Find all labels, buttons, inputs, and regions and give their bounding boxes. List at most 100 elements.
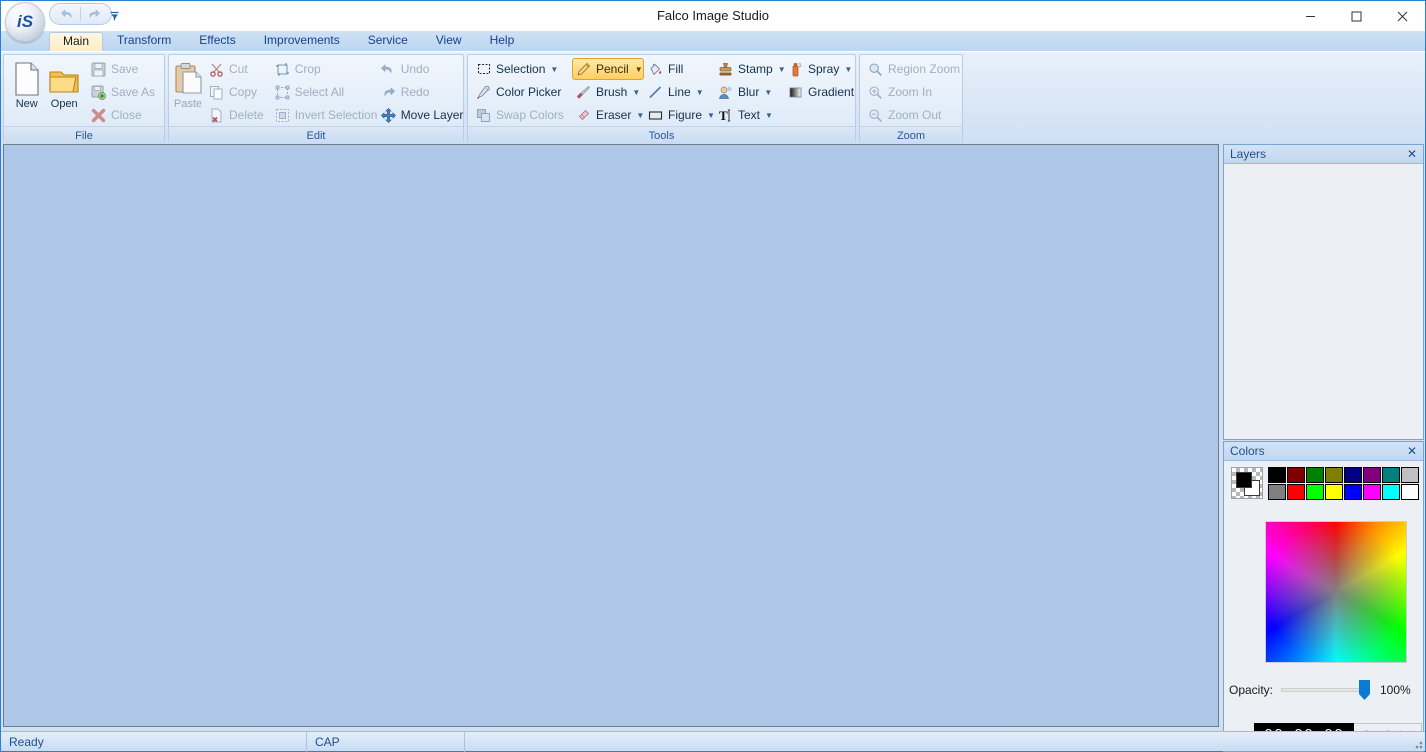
gradient-icon [787,84,804,101]
crop-button-label: Crop [294,62,321,76]
save-as-button[interactable]: Save As [87,81,160,103]
palette-swatch[interactable] [1401,484,1419,500]
chevron-down-icon[interactable]: ▼ [635,65,643,74]
redo-button[interactable]: Redo [377,81,469,103]
close-icon[interactable]: ✕ [1405,147,1419,161]
figure-tool-label: Figure [668,108,703,122]
palette-swatch[interactable] [1287,467,1305,483]
palette-swatch[interactable] [1401,467,1419,483]
undo-button-label: Undo [400,62,430,76]
palette-swatch[interactable] [1363,467,1381,483]
text-tool-button[interactable]: T Text ▼ [714,104,784,126]
color-wheel[interactable] [1265,521,1407,663]
palette-swatch[interactable] [1325,484,1343,500]
chevron-down-icon[interactable]: ▼ [844,65,852,74]
paste-icon [173,60,203,96]
undo-button[interactable]: Undo [377,58,469,80]
figure-tool-button[interactable]: Figure ▼ [644,104,715,126]
opacity-slider-thumb[interactable] [1359,680,1370,700]
color-picker-button[interactable]: Color Picker [472,81,564,103]
tab-main[interactable]: Main [49,32,104,52]
move-layer-button[interactable]: Move Layer [377,104,469,126]
swap-colors-button[interactable]: Swap Colors [472,104,564,126]
save-as-icon [90,84,107,101]
line-tool-label: Line [668,85,691,99]
foreground-color-swatch[interactable] [1236,472,1252,488]
selection-tool-button[interactable]: Selection ▼ [472,58,564,80]
eraser-tool-button[interactable]: Eraser ▼ [572,104,644,126]
open-button[interactable]: Open [45,58,82,110]
pencil-tool-button[interactable]: Pencil ▼ [572,58,644,80]
close-icon[interactable]: ✕ [1405,444,1419,458]
undo-icon [380,61,397,78]
palette-swatch[interactable] [1382,484,1400,500]
tab-help[interactable]: Help [476,31,529,51]
svg-text:T: T [719,108,728,123]
open-button-label: Open [50,98,78,110]
layers-list[interactable] [1224,164,1423,439]
line-icon [647,84,664,101]
scissors-icon [208,61,225,78]
delete-button[interactable]: Delete [205,104,269,126]
swap-colors-icon [475,107,492,124]
palette-swatch[interactable] [1306,467,1324,483]
redo-button-label: Redo [400,85,430,99]
select-all-button-label: Select All [294,85,345,99]
chevron-down-icon[interactable]: ▼ [696,88,704,97]
new-button[interactable]: New [8,58,45,110]
palette-swatch[interactable] [1306,484,1324,500]
resize-grip[interactable] [1411,737,1423,749]
stamp-tool-button[interactable]: Stamp ▼ [714,58,786,80]
palette-swatch[interactable] [1363,484,1381,500]
colors-panel: Colors ✕ Opacity: 100% 00 00 00 Set Colo [1223,441,1424,752]
spray-tool-button[interactable]: Spray ▼ [784,58,864,80]
cut-button[interactable]: Cut [205,58,269,80]
chevron-down-icon[interactable]: ▼ [765,111,773,120]
foreground-background-swatch[interactable] [1231,467,1263,499]
colors-panel-header: Colors ✕ [1224,442,1423,461]
palette-swatch[interactable] [1268,484,1286,500]
blur-tool-button[interactable]: Blur ▼ [714,81,784,103]
palette-swatch[interactable] [1287,484,1305,500]
palette-swatch[interactable] [1344,484,1362,500]
tab-improvements[interactable]: Improvements [250,31,354,51]
invert-selection-button[interactable]: Invert Selection [271,104,377,126]
chevron-down-icon[interactable]: ▼ [632,88,640,97]
zoom-out-button[interactable]: Zoom Out [864,104,958,126]
tab-transform[interactable]: Transform [103,31,185,51]
pencil-tool-label: Pencil [596,62,629,76]
region-zoom-button[interactable]: Region Zoom [864,58,960,80]
tab-service[interactable]: Service [354,31,422,51]
chevron-down-icon[interactable]: ▼ [550,65,558,74]
opacity-slider[interactable] [1281,680,1370,700]
color-picker-icon [475,84,492,101]
image-canvas[interactable] [3,144,1219,727]
close-file-button[interactable]: Close [87,104,160,126]
close-button[interactable] [1379,1,1425,31]
paste-button[interactable]: Paste [173,58,203,110]
color-palette [1268,467,1419,500]
tab-effects[interactable]: Effects [185,31,249,51]
minimize-button[interactable] [1287,1,1333,31]
palette-swatch[interactable] [1344,467,1362,483]
gradient-tool-button[interactable]: Gradient ▼ [784,81,867,103]
crop-button[interactable]: Crop [271,58,375,80]
select-all-button[interactable]: Select All [271,81,375,103]
brush-tool-button[interactable]: Brush ▼ [572,81,644,103]
zoom-in-label: Zoom In [888,85,933,99]
tab-view[interactable]: View [422,31,476,51]
palette-swatch[interactable] [1268,467,1286,483]
paste-button-label: Paste [173,98,203,110]
zoom-in-button[interactable]: Zoom In [864,81,958,103]
chevron-down-icon[interactable]: ▼ [764,88,772,97]
title-bar: iS Falco Image Studio [1,1,1425,42]
save-button[interactable]: Save [87,58,160,80]
ribbon-group-file-label: File [4,126,164,144]
copy-button[interactable]: Copy [205,81,269,103]
eraser-icon [575,107,592,124]
palette-swatch[interactable] [1325,467,1343,483]
palette-swatch[interactable] [1382,467,1400,483]
fill-tool-button[interactable]: Fill [644,58,714,80]
line-tool-button[interactable]: Line ▼ [644,81,714,103]
maximize-button[interactable] [1333,1,1379,31]
